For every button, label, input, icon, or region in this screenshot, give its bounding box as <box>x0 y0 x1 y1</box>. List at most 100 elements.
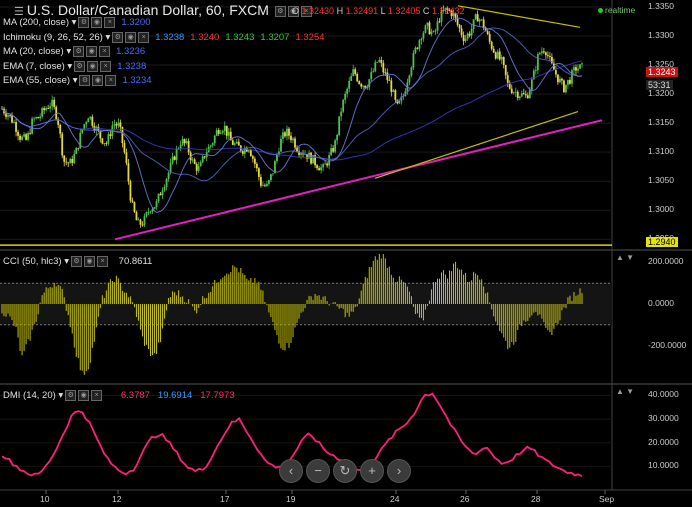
candle-body <box>348 80 351 89</box>
candle-body <box>374 62 377 72</box>
candle-body <box>454 13 457 19</box>
candle-body <box>17 131 19 136</box>
candle-body <box>129 181 132 201</box>
chart-canvas <box>0 0 692 507</box>
candle-body <box>502 56 505 66</box>
candle-body <box>87 118 90 123</box>
candle-body <box>334 140 337 152</box>
candle-body <box>356 74 359 82</box>
candle-body <box>494 52 497 59</box>
candle-body <box>193 159 196 164</box>
candle-body <box>107 134 110 144</box>
candle-body <box>23 134 25 137</box>
axis-background <box>612 0 692 507</box>
candle-body <box>67 162 70 164</box>
ma-20-line <box>1 17 583 213</box>
candle-body <box>292 138 294 141</box>
candle-body <box>350 75 353 81</box>
candle-body <box>565 84 567 93</box>
candle-body <box>217 130 220 134</box>
scroll-right-button[interactable]: › <box>387 459 411 483</box>
candle-body <box>221 130 224 133</box>
candle-body <box>37 117 40 119</box>
candle-body <box>544 52 547 56</box>
candle-body <box>63 155 66 162</box>
candle-body <box>575 67 577 71</box>
candle-body <box>322 164 325 168</box>
candle-body <box>380 59 383 64</box>
candle-body <box>486 31 489 35</box>
candle-body <box>332 148 335 152</box>
scroll-left-button[interactable]: ‹ <box>279 459 303 483</box>
candle-body <box>424 25 427 33</box>
candle-body <box>165 178 168 187</box>
cci-panel[interactable] <box>0 253 612 375</box>
candle-body <box>490 41 493 49</box>
candle-body <box>143 216 146 226</box>
candle-body <box>159 193 162 196</box>
candle-body <box>105 143 108 144</box>
candle-body <box>237 141 240 146</box>
candle-body <box>171 156 174 163</box>
candle-body <box>340 111 343 117</box>
candle-body <box>522 93 525 95</box>
zoom-in-button[interactable]: + <box>360 459 384 483</box>
candle-body <box>85 122 88 125</box>
candle-body <box>581 63 583 65</box>
candle-body <box>452 13 455 17</box>
candle-body <box>384 72 387 74</box>
candle-body <box>47 108 50 110</box>
candle-body <box>163 186 166 191</box>
candle-body <box>372 71 375 73</box>
candle-body <box>492 48 495 53</box>
candle-body <box>294 138 296 148</box>
candle-body <box>436 21 439 31</box>
candle-body <box>61 133 64 156</box>
candle-body <box>15 122 17 132</box>
candle-body <box>173 156 176 160</box>
candle-body <box>474 14 477 20</box>
candle-body <box>318 168 320 171</box>
candle-body <box>155 201 158 208</box>
candle-body <box>506 75 509 83</box>
candle-body <box>326 163 329 166</box>
candle-body <box>418 40 421 49</box>
candle-body <box>330 148 333 156</box>
gridlines <box>0 0 692 507</box>
candle-body <box>211 143 214 146</box>
candle-body <box>253 158 256 164</box>
candle-body <box>464 38 467 41</box>
candle-body <box>360 83 363 87</box>
candle-body <box>577 68 579 71</box>
candle-body <box>398 100 401 104</box>
candle-body <box>11 115 13 123</box>
candle-body <box>280 138 282 152</box>
candle-body <box>573 67 575 71</box>
candle-body <box>579 64 581 69</box>
candle-body <box>39 116 42 119</box>
candle-body <box>35 117 38 119</box>
candle-body <box>13 122 15 123</box>
candle-body <box>358 81 361 84</box>
candle-body <box>75 147 78 154</box>
candle-body <box>408 75 411 83</box>
candle-body <box>51 99 54 107</box>
candle-body <box>203 156 206 158</box>
candle-body <box>378 59 381 62</box>
candle-body <box>137 219 140 221</box>
zoom-out-button[interactable]: − <box>306 459 330 483</box>
candle-body <box>448 9 451 11</box>
candle-body <box>526 95 529 99</box>
candle-body <box>288 128 290 136</box>
candle-body <box>386 72 389 81</box>
reset-button[interactable]: ↻ <box>333 459 357 483</box>
candle-body <box>219 132 222 134</box>
candle-body <box>133 202 136 213</box>
candle-body <box>426 22 429 26</box>
price-panel[interactable] <box>0 5 612 246</box>
candle-body <box>21 136 23 140</box>
candle-body <box>29 133 31 134</box>
candle-body <box>514 91 517 93</box>
candle-body <box>444 7 447 11</box>
candle-body <box>569 79 571 84</box>
